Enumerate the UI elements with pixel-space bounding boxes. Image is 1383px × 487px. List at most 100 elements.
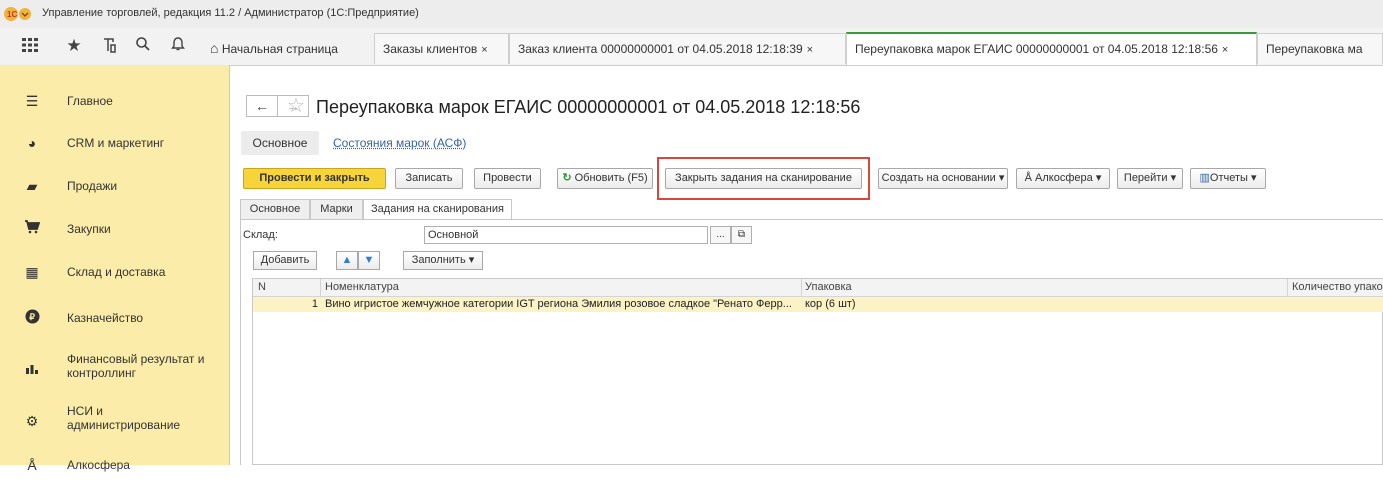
tab-label: Переупаковка ма <box>1266 42 1363 56</box>
dropdown-arrow-icon: ▾ <box>1250 172 1257 184</box>
page-title: Переупаковка марок ЕГАИС 00000000001 от … <box>316 97 861 117</box>
sidebar-item-label: Главное <box>67 94 113 108</box>
reports-icon: ▥ <box>1199 172 1210 184</box>
reports-label: Отчеты <box>1209 172 1248 184</box>
open-icon[interactable]: ⧉ <box>731 226 752 244</box>
tab-main[interactable]: Основное <box>240 199 310 219</box>
tab-egais-repack[interactable]: Переупаковка марок ЕГАИС 00000000001 от … <box>846 32 1257 65</box>
toolbar-tabbar: ★ ⌂ Начальная страница Заказы клиентов × … <box>0 28 1383 66</box>
move-up-icon[interactable]: ▲ <box>336 251 358 270</box>
warehouse-icon: ▦ <box>25 264 39 280</box>
coin-icon: ₽ <box>23 309 41 327</box>
gear-icon: ⚙ <box>25 413 39 429</box>
favorite-star-icon[interactable]: ☆ <box>287 93 305 118</box>
tab-client-order[interactable]: Заказ клиента 00000000001 от 04.05.2018 … <box>509 33 846 64</box>
history-icon[interactable] <box>99 36 119 56</box>
goto-label: Перейти <box>1123 172 1168 184</box>
close-tab-icon[interactable]: × <box>1222 44 1228 56</box>
add-button[interactable]: Добавить <box>253 251 317 270</box>
menu-lines-icon: ☰ <box>25 93 39 109</box>
refresh-button[interactable]: ↻ Обновить (F5) <box>557 168 653 189</box>
sidebar-item-crm[interactable]: ◕ CRM и маркетинг <box>0 123 229 165</box>
create-based-label: Создать на основании <box>881 172 996 184</box>
tab-label: Заказы клиентов <box>383 42 478 56</box>
notifications-bell-icon[interactable] <box>168 36 188 56</box>
shopping-bag-icon: ▰ <box>26 178 38 194</box>
window-title-bar: 1С Управление торговлей, редакция 11.2 /… <box>0 0 1383 29</box>
tab-home-label: Начальная страница <box>221 42 338 56</box>
column-header-qty[interactable]: Количество упако <box>1292 279 1383 296</box>
refresh-icon: ↻ <box>562 172 572 184</box>
sidebar-item-finance[interactable]: Финансовый результат и контроллинг <box>0 346 229 396</box>
alco-icon: Å <box>27 457 37 473</box>
tab-egais-repack-2[interactable]: Переупаковка ма <box>1257 33 1383 64</box>
svg-text:₽: ₽ <box>29 312 35 322</box>
apps-grid-icon[interactable] <box>20 36 40 56</box>
close-tab-icon[interactable]: × <box>807 44 813 56</box>
goto-button[interactable]: Перейти ▾ <box>1117 168 1183 189</box>
sidebar-item-nsi[interactable]: ⚙ НСИ и администрирование <box>0 398 229 448</box>
section-mark-states-link[interactable]: Состояния марок (АСФ) <box>333 131 466 155</box>
back-button[interactable]: ← <box>246 95 278 117</box>
dropdown-arrow-icon: ▾ <box>998 172 1005 184</box>
dropdown-arrow-icon: ▾ <box>468 254 475 266</box>
sidebar-item-label: Финансовый результат и контроллинг <box>67 352 205 380</box>
sidebar-item-alcosphere[interactable]: Å Алкосфера <box>0 445 229 487</box>
alcosphere-button[interactable]: Å Алкосфера ▾ <box>1016 168 1110 189</box>
sidebar-item-warehouse[interactable]: ▦ Склад и доставка <box>0 252 229 294</box>
refresh-label: Обновить (F5) <box>574 172 648 184</box>
column-header-item[interactable]: Номенклатура <box>325 279 795 296</box>
tab-label: Переупаковка марок ЕГАИС 00000000001 от … <box>855 42 1218 56</box>
tab-marks[interactable]: Марки <box>310 199 363 219</box>
select-ellipsis-button[interactable]: ... <box>710 226 731 244</box>
section-main[interactable]: Основное <box>241 131 319 155</box>
column-header-pack[interactable]: Упаковка <box>805 279 1285 296</box>
row-item: Вино игристое жемчужное категории IGT ре… <box>325 298 792 310</box>
alcosphere-icon: Å <box>1024 172 1032 184</box>
sidebar-item-sales[interactable]: ▰ Продажи <box>0 166 229 208</box>
sidebar-item-label: Закупки <box>67 222 111 236</box>
highlight-frame <box>657 157 870 200</box>
sidebar-item-main[interactable]: ☰ Главное <box>0 81 229 123</box>
warehouse-label: Склад: <box>243 229 278 241</box>
tab-scan-tasks[interactable]: Задания на сканирования <box>363 199 512 220</box>
sidebar-item-label: Склад и доставка <box>67 265 166 279</box>
window-title: Управление торговлей, редакция 11.2 / Ад… <box>42 7 419 19</box>
sidebar-item-label: НСИ и администрирование <box>67 404 181 432</box>
column-header-n[interactable]: N <box>258 279 298 296</box>
sidebar-item-label: Казначейство <box>67 311 144 325</box>
reports-button[interactable]: ▥Отчеты ▾ <box>1190 168 1266 189</box>
sidebar-item-label: Продажи <box>67 179 118 193</box>
sidebar-item-purchases[interactable]: Закупки <box>0 209 229 251</box>
sidebar: ☰ Главное ◕ CRM и маркетинг ▰ Продажи За… <box>0 65 230 473</box>
close-tab-icon[interactable]: × <box>481 44 487 56</box>
search-icon[interactable] <box>133 36 153 56</box>
cart-icon <box>23 220 41 238</box>
dropdown-arrow-icon: ▾ <box>1095 172 1102 184</box>
tab-client-orders[interactable]: Заказы клиентов × <box>374 33 509 64</box>
row-qty <box>1292 297 1383 312</box>
post-button[interactable]: Провести <box>474 168 541 189</box>
save-button[interactable]: Записать <box>395 168 463 189</box>
move-down-icon[interactable]: ▼ <box>358 251 380 270</box>
pie-chart-icon: ◕ <box>27 135 37 151</box>
row-pack: кор (6 шт) <box>805 298 856 310</box>
row-number: 1 <box>311 298 318 310</box>
bar-chart-icon <box>23 360 41 378</box>
tab-home[interactable]: ⌂ Начальная страница <box>206 33 338 64</box>
home-icon: ⌂ <box>210 40 219 56</box>
post-and-close-button[interactable]: Провести и закрыть <box>243 168 386 189</box>
fill-label: Заполнить <box>411 254 466 266</box>
tab-label: Заказ клиента 00000000001 от 04.05.2018 … <box>518 42 803 56</box>
warehouse-field[interactable]: Основной <box>424 226 708 244</box>
fill-button[interactable]: Заполнить ▾ <box>403 251 483 270</box>
favorites-star-icon[interactable]: ★ <box>64 36 84 56</box>
dropdown-arrow-icon: ▾ <box>1170 172 1177 184</box>
create-based-on-button[interactable]: Создать на основании ▾ <box>878 168 1008 189</box>
sidebar-item-label: Алкосфера <box>67 458 130 472</box>
1c-logo-icon[interactable]: 1С <box>4 6 32 22</box>
sidebar-item-treasury[interactable]: ₽ Казначейство <box>0 298 229 340</box>
sidebar-item-label: CRM и маркетинг <box>67 136 165 150</box>
logo-text: 1С <box>7 10 17 19</box>
alcosphere-label: Алкосфера <box>1035 172 1093 184</box>
